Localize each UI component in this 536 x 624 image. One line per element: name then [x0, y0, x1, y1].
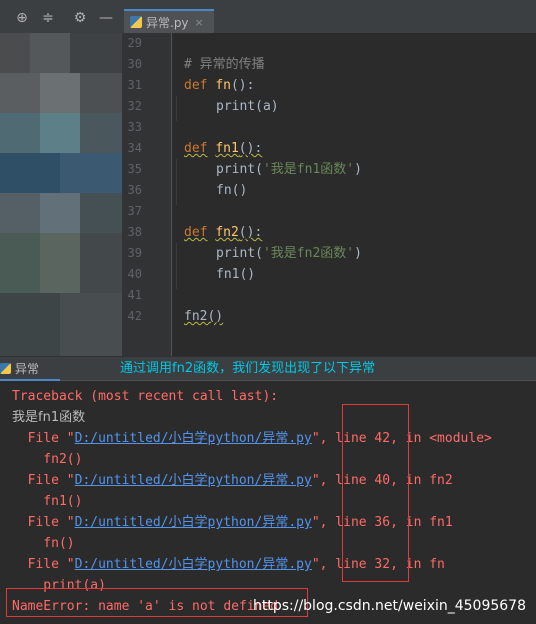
- code-punct: ): [354, 162, 362, 177]
- code-statement: fn(): [216, 183, 248, 198]
- line-number: 31: [127, 78, 142, 92]
- traceback-frame: File "D:/untitled/小白学python/异常.py", line…: [12, 428, 492, 449]
- line-number: 32: [127, 99, 142, 113]
- code-line: def fn():: [184, 75, 254, 96]
- line-number: 35: [127, 162, 142, 176]
- line-number: 34: [127, 141, 142, 155]
- run-tab-label: 异常: [15, 361, 40, 376]
- line-number: 41: [127, 288, 142, 302]
- code-line: fn1(): [216, 264, 255, 285]
- line-number: 42: [127, 309, 142, 323]
- target-icon[interactable]: ⊕: [14, 10, 30, 26]
- file-link[interactable]: D:/untitled/小白学python/异常.py: [75, 557, 312, 572]
- close-icon[interactable]: ×: [195, 16, 204, 29]
- keyword-def: def: [184, 141, 208, 156]
- line-number: 30: [127, 57, 142, 71]
- code-statement: print(: [216, 246, 263, 261]
- frame-sep: ",: [311, 473, 336, 488]
- code-punct: ():: [238, 141, 263, 156]
- python-file-icon: [0, 362, 11, 374]
- code-statement: print(: [216, 162, 263, 177]
- traceback-code: fn1(): [12, 494, 83, 509]
- code-line: # 异常的传播: [184, 54, 265, 75]
- code-statement: fn2(): [184, 309, 224, 324]
- code-string: '我是fn2函数': [262, 246, 355, 261]
- run-panel-header: 异常 通过调用fn2函数，我们发现出现了以下异常: [0, 356, 536, 381]
- code-line: def fn2():: [184, 222, 262, 243]
- line-number: 36: [127, 183, 142, 197]
- traceback-code: fn2(): [12, 452, 83, 467]
- line-number: 38: [127, 225, 142, 239]
- code-string: '我是fn1函数': [262, 162, 355, 177]
- frame-sep: ",: [311, 431, 336, 446]
- line-number: 37: [127, 204, 142, 218]
- frame-prefix: File ": [12, 515, 75, 530]
- run-tab[interactable]: 异常: [0, 357, 60, 381]
- line-number: 40: [127, 267, 142, 281]
- code-line: print('我是fn2函数'): [216, 243, 362, 264]
- ide-toolbar: ⊕ ≑ ⚙ — 异常.py ×: [0, 0, 536, 34]
- code-line: def fn1():: [184, 138, 262, 159]
- frame-prefix: File ": [12, 557, 75, 572]
- annotation-note: 通过调用fn2函数，我们发现出现了以下异常: [120, 361, 376, 376]
- collapse-icon[interactable]: ≑: [40, 10, 56, 26]
- function-name: fn2: [215, 225, 239, 240]
- keyword-def: def: [184, 225, 208, 240]
- code-comment: # 异常的传播: [184, 57, 265, 72]
- traceback-header: Traceback (most recent call last):: [12, 389, 279, 404]
- editor-tab[interactable]: 异常.py ×: [124, 9, 214, 33]
- code-punct: ():: [238, 225, 263, 240]
- code-line: print('我是fn1函数'): [216, 159, 362, 180]
- code-line: print(a): [216, 96, 279, 117]
- code-punct: ():: [230, 78, 255, 93]
- frame-prefix: File ": [12, 473, 75, 488]
- frame-prefix: File ": [12, 431, 75, 446]
- gear-icon[interactable]: ⚙: [72, 10, 88, 26]
- watermark: https://blog.csdn.net/weixin_45095678: [252, 598, 526, 614]
- keyword-def: def: [184, 78, 208, 93]
- code-statement: fn1(): [216, 267, 256, 282]
- line-number: 39: [127, 246, 142, 260]
- code-line: fn(): [216, 180, 247, 201]
- project-panel-blurred: [0, 33, 122, 356]
- function-name: fn: [215, 78, 231, 93]
- hide-icon[interactable]: —: [98, 10, 114, 26]
- frame-sep: ",: [311, 557, 336, 572]
- file-link[interactable]: D:/untitled/小白学python/异常.py: [75, 431, 312, 446]
- file-link[interactable]: D:/untitled/小白学python/异常.py: [75, 473, 312, 488]
- code-statement: print(a): [216, 99, 279, 114]
- frame-sep: ",: [311, 515, 336, 530]
- line-numbers-highlight-box: [342, 404, 409, 582]
- python-file-icon: [130, 16, 142, 28]
- frame-scope: in <module>: [397, 431, 492, 446]
- line-number: 29: [127, 36, 142, 50]
- code-punct: ): [354, 246, 362, 261]
- editor-tab-label: 异常.py: [146, 15, 189, 30]
- function-name: fn1: [215, 141, 239, 156]
- stdout-line: 我是fn1函数: [12, 410, 86, 425]
- line-number: 33: [127, 120, 142, 134]
- traceback-code: fn(): [12, 536, 75, 551]
- code-line: fn2(): [184, 306, 223, 327]
- file-link[interactable]: D:/untitled/小白学python/异常.py: [75, 515, 312, 530]
